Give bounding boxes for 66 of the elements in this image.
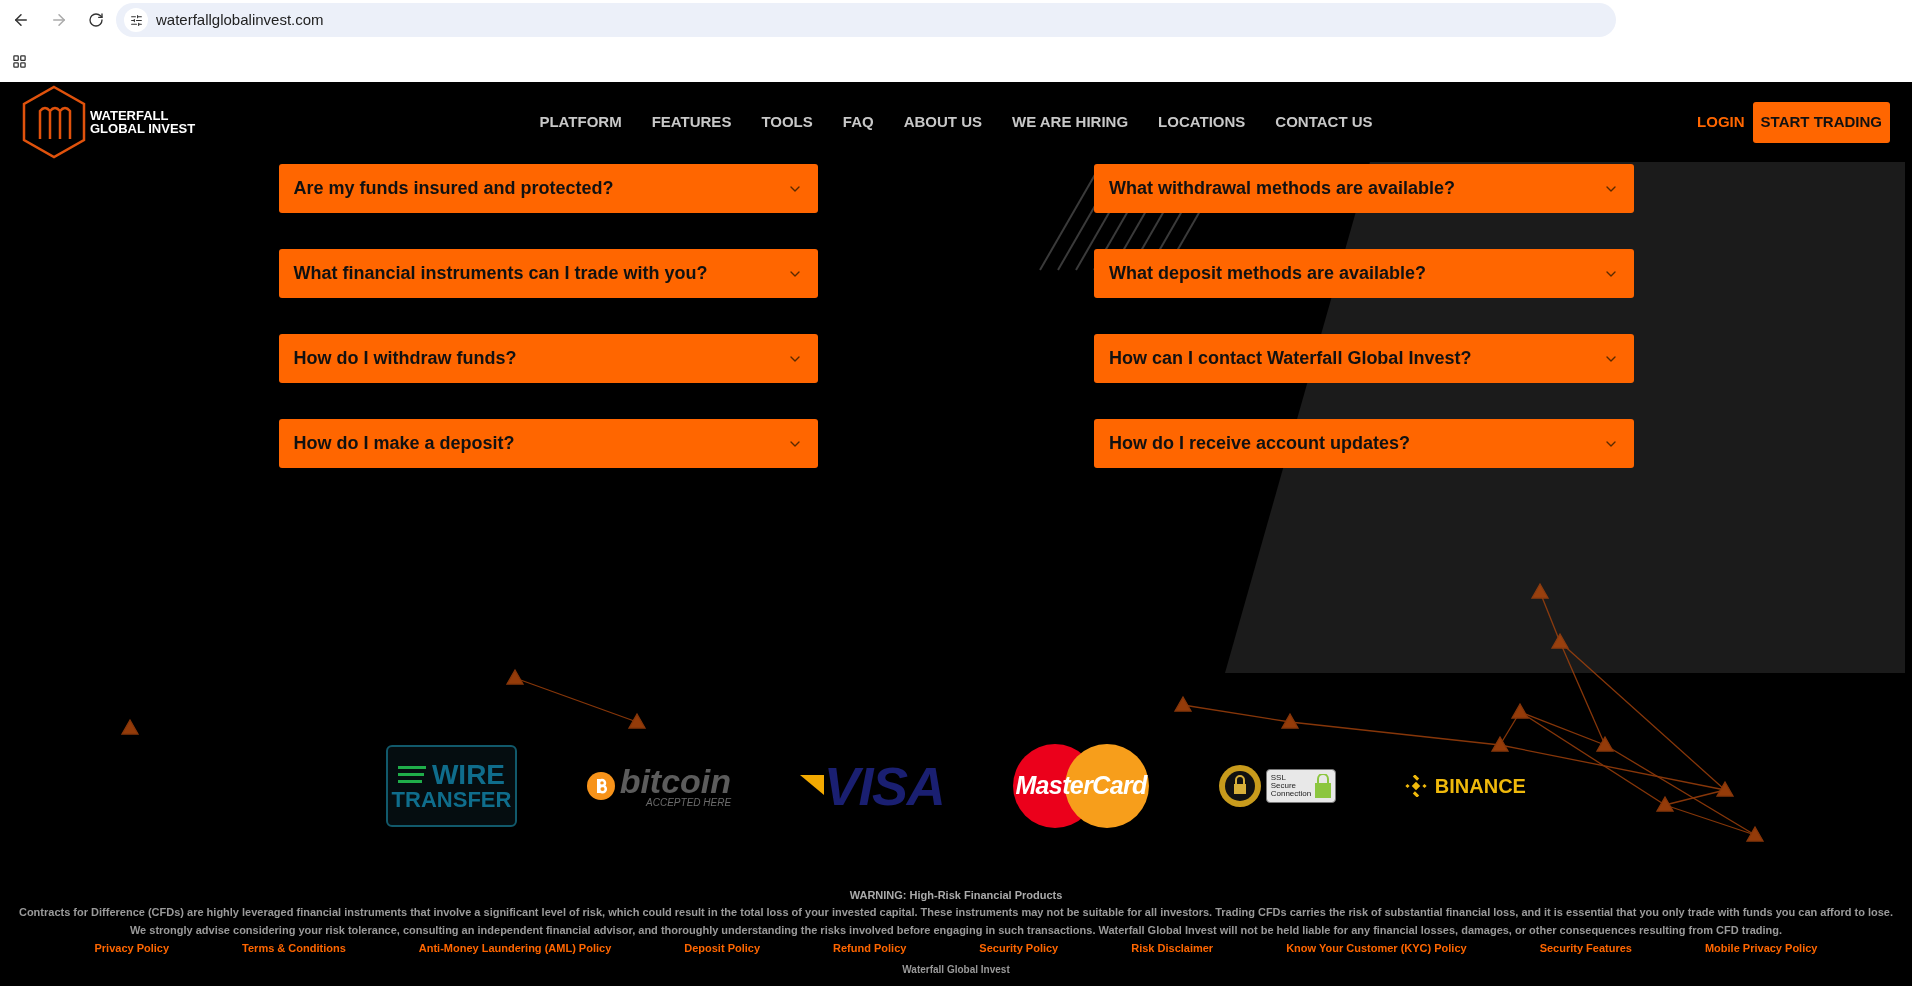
logo-tagline: ACCEPTED HERE bbox=[646, 798, 732, 808]
logo-text: WIRE bbox=[431, 761, 506, 789]
triangle-node bbox=[1510, 702, 1530, 719]
faq-item[interactable]: How do I make a deposit? bbox=[278, 419, 818, 468]
address-bar[interactable]: waterfallglobalinvest.com bbox=[116, 3, 1616, 37]
faq-item[interactable]: How do I receive account updates? bbox=[1094, 419, 1634, 468]
stripes-icon bbox=[397, 764, 428, 786]
triangle-node bbox=[1173, 695, 1193, 712]
triangle-node bbox=[1715, 780, 1735, 797]
seal-icon bbox=[1217, 764, 1262, 808]
nav-link[interactable]: FAQ bbox=[842, 110, 874, 134]
faq-item[interactable]: What withdrawal methods are available? bbox=[1094, 164, 1634, 213]
footer-link[interactable]: Privacy Policy bbox=[94, 940, 170, 956]
diamond-icon bbox=[1404, 775, 1427, 797]
nav-link[interactable]: FEATURES bbox=[651, 110, 732, 134]
company-name: Waterfall Global Invest bbox=[902, 964, 1010, 976]
footer-link[interactable]: Anti-Money Laundering (AML) Policy bbox=[418, 940, 612, 956]
footer-link[interactable]: Security Policy bbox=[979, 940, 1059, 956]
triangle-node bbox=[1655, 795, 1675, 812]
nav-link[interactable]: PLATFORM bbox=[539, 110, 622, 134]
triangle-node bbox=[1280, 712, 1300, 729]
ssl-badge: SSL Secure Connection bbox=[1265, 769, 1337, 803]
lock-icon bbox=[1315, 774, 1332, 798]
nav-link[interactable]: CONTACT US bbox=[1275, 110, 1373, 134]
triangle-node bbox=[1490, 735, 1510, 752]
triangle-node bbox=[627, 712, 647, 729]
triangle-node bbox=[1745, 825, 1765, 842]
nav-link[interactable]: ABOUT US bbox=[903, 110, 982, 134]
logo-text: GLOBAL INVEST bbox=[90, 122, 196, 135]
logo-text: BINANCE bbox=[1434, 774, 1526, 799]
footer-link[interactable]: Refund Policy bbox=[833, 940, 907, 956]
faq-item[interactable]: How do I withdraw funds? bbox=[278, 334, 818, 383]
back-icon[interactable] bbox=[12, 11, 30, 29]
site-info-icon[interactable] bbox=[124, 8, 148, 32]
triangle-node bbox=[1550, 632, 1570, 649]
faq-item[interactable]: Are my funds insured and protected? bbox=[278, 164, 818, 213]
faq-item[interactable]: What deposit methods are available? bbox=[1094, 249, 1634, 298]
logo-icon bbox=[22, 85, 86, 159]
footer-link[interactable]: Mobile Privacy Policy bbox=[1704, 940, 1818, 956]
nav-link[interactable]: WE ARE HIRING bbox=[1012, 110, 1129, 134]
logo-text: WATERFALL bbox=[90, 109, 170, 122]
footer-link[interactable]: Deposit Policy bbox=[684, 940, 761, 956]
logo-text: TRANSFER bbox=[391, 789, 512, 811]
warning-title: WARNING: High-Risk Financial Products bbox=[849, 888, 1063, 903]
footer-link[interactable]: Security Features bbox=[1539, 940, 1632, 956]
apps-icon[interactable] bbox=[12, 53, 27, 69]
footer-link[interactable]: Risk Disclaimer bbox=[1131, 940, 1214, 956]
login-link[interactable]: LOGIN bbox=[1697, 110, 1745, 134]
start-trading-button[interactable]: START TRADING bbox=[1752, 101, 1890, 143]
triangle-node bbox=[1595, 735, 1615, 752]
nav-link[interactable]: LOCATIONS bbox=[1158, 110, 1246, 134]
coin-icon bbox=[585, 771, 616, 801]
reload-icon[interactable] bbox=[88, 12, 104, 28]
nav-link[interactable]: TOOLS bbox=[761, 110, 813, 134]
swoosh-icon bbox=[799, 775, 824, 797]
logo-text: VISA bbox=[823, 759, 945, 813]
footer-link[interactable]: Terms & Conditions bbox=[242, 940, 346, 956]
triangle-node bbox=[120, 718, 140, 735]
faq-item[interactable]: How can I contact Waterfall Global Invest? bbox=[1094, 334, 1634, 383]
warning-text: Contracts for Difference (CFDs) are highly leveraged financial instruments that involve a significant level of risk, which could result in the total loss of your invested capital. These instruments may not be suitable for all investors. Trading CFDs carries the risk of substantial financial loss, and it is essential that you only trade with funds you can afford to lose. We strongly advise considering your risk tolerance, consulting an independent financial advisor, and thoroughly understanding the risks involved before engaging in such transactions. Waterfall Global Invest will not be held liable for any financial losses, damages, or other consequences resulting from CFD trading. bbox=[18, 905, 1894, 938]
faq-item[interactable]: What financial instruments can I trade with you? bbox=[278, 249, 818, 298]
footer-link[interactable]: Know Your Customer (KYC) Policy bbox=[1286, 940, 1467, 956]
url-text: waterfallglobalinvest.com bbox=[156, 9, 324, 30]
triangle-node bbox=[1530, 582, 1550, 599]
triangle-node bbox=[505, 668, 525, 685]
logo-text: bitcoin bbox=[619, 764, 732, 798]
